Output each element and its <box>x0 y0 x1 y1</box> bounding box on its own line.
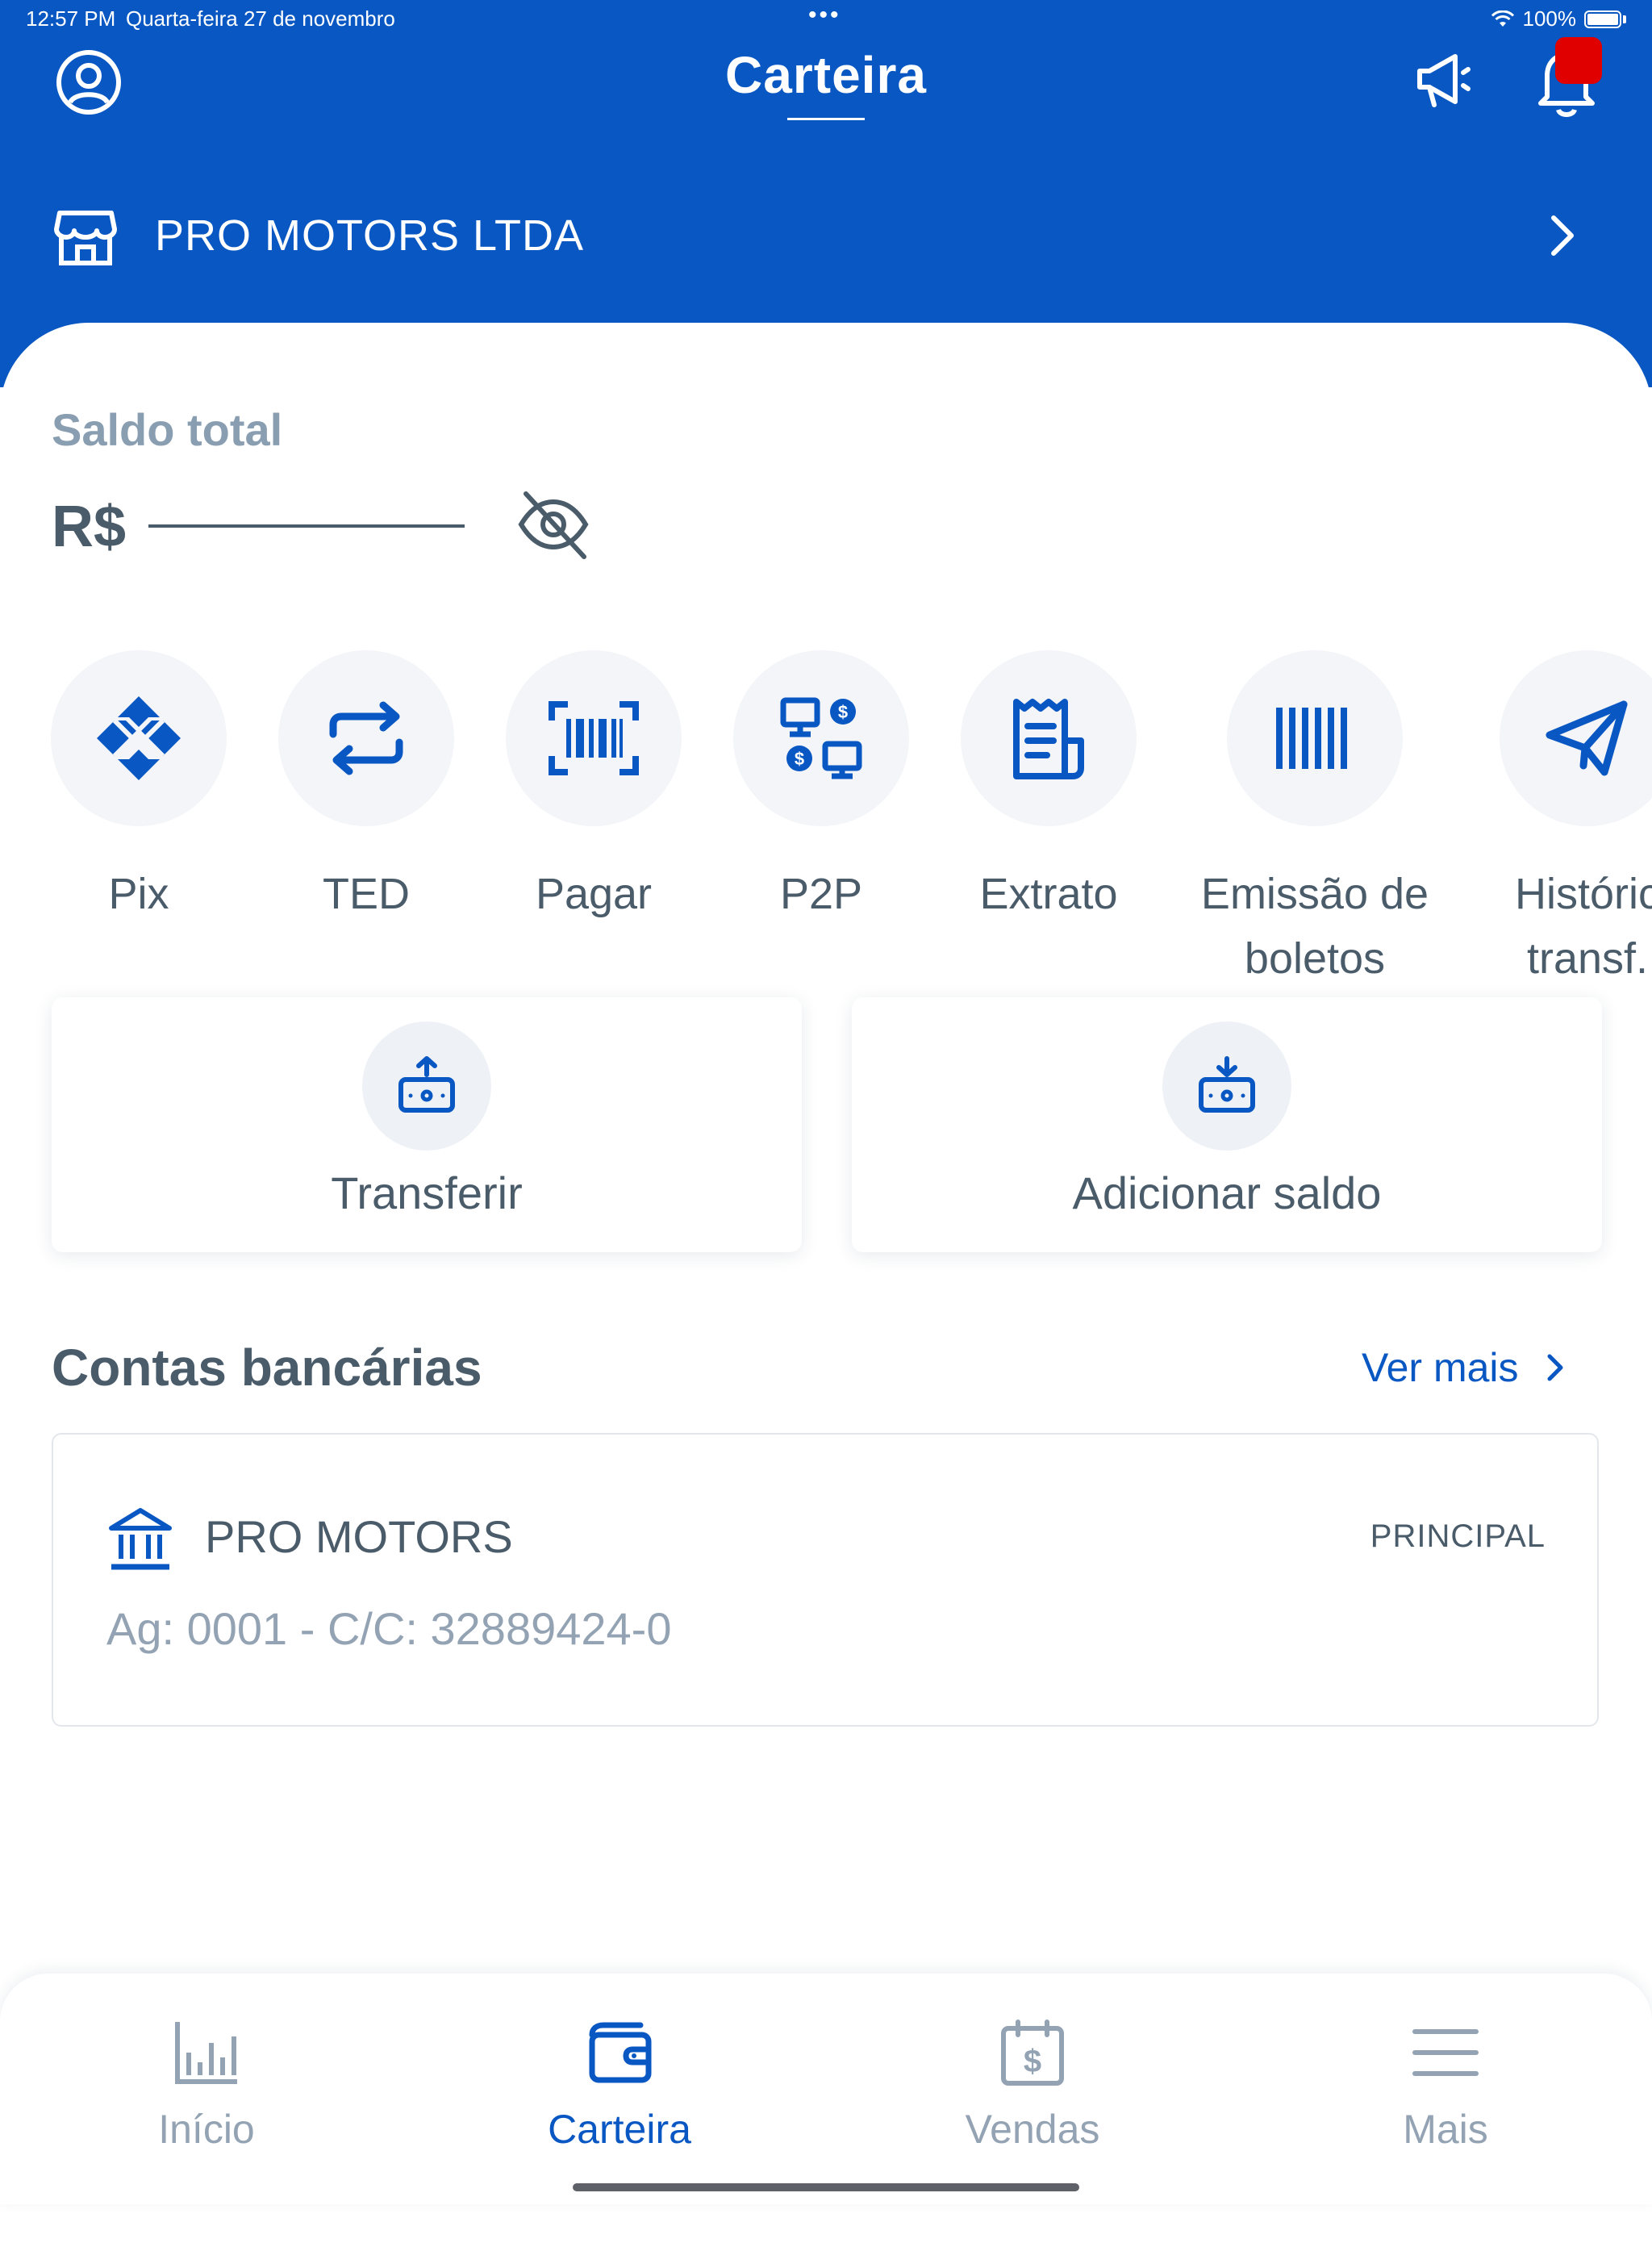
battery-tip <box>1623 15 1626 23</box>
status-bar: 12:57 PM Quarta-feira 27 de novembro •••… <box>0 0 1652 39</box>
content-sheet <box>0 323 1652 2243</box>
home-indicator[interactable] <box>573 2183 1079 2191</box>
bank-icon <box>109 1508 172 1570</box>
transfer-card[interactable]: Transferir <box>52 997 802 1252</box>
battery-percent: 100% <box>1522 6 1577 31</box>
tab-label: Início <box>158 2107 255 2152</box>
action-label: Pix <box>108 870 169 918</box>
action-p2p[interactable]: $ $ P2P <box>700 645 942 926</box>
action-extrato[interactable]: Extrato <box>928 645 1170 926</box>
action-pix-circle <box>51 650 227 826</box>
company-selector[interactable]: PRO MOTORS LTDA <box>52 194 1600 278</box>
action-ted-circle <box>278 650 454 826</box>
wifi-icon <box>1491 10 1514 27</box>
see-more-label: Ver mais <box>1362 1345 1519 1390</box>
action-label: P2P <box>779 870 863 918</box>
battery-icon <box>1584 10 1621 28</box>
action-pix[interactable]: Pix <box>18 645 260 926</box>
notification-badge <box>1555 37 1602 84</box>
add-balance-label: Adicionar saldo <box>1072 1167 1382 1218</box>
bank-account-card[interactable]: PRO MOTORS PRINCIPAL Ag: 0001 - C/C: 328… <box>52 1433 1599 1727</box>
p2p-icon: $ $ <box>780 697 862 779</box>
tab-label: Carteira <box>548 2107 691 2152</box>
see-more-link[interactable]: Ver mais <box>1362 1344 1567 1391</box>
barcode-scan-icon <box>549 701 639 775</box>
add-balance-card[interactable]: Adicionar saldo <box>852 997 1602 1252</box>
action-boletos-circle <box>1227 650 1403 826</box>
action-ted[interactable]: TED <box>245 645 487 926</box>
action-historico-circle <box>1500 650 1652 826</box>
status-time: 12:57 PM <box>26 6 116 31</box>
svg-text:$: $ <box>1024 2044 1041 2079</box>
action-label: TED <box>323 870 410 918</box>
title-underline <box>787 118 865 120</box>
bank-account-details: Ag: 0001 - C/C: 32889424-0 <box>106 1603 672 1654</box>
action-pagar[interactable]: Pagar <box>473 645 715 926</box>
accounts-title: Contas bancárias <box>52 1339 482 1397</box>
balance-currency: R$ <box>52 495 127 559</box>
action-label: Extrato <box>979 870 1118 918</box>
tab-mais[interactable]: Mais <box>1239 1974 1652 2204</box>
company-name: PRO MOTORS LTDA <box>155 211 585 260</box>
add-balance-card-circle <box>1162 1021 1291 1151</box>
tab-label: Mais <box>1403 2107 1488 2152</box>
transfer-label: Transferir <box>331 1167 523 1218</box>
tab-carteira[interactable]: Carteira <box>413 1974 826 2204</box>
megaphone-icon[interactable] <box>1405 40 1483 118</box>
cash-upload-icon <box>398 1056 455 1113</box>
svg-text:$: $ <box>795 749 804 769</box>
principal-badge: PRINCIPAL <box>1370 1518 1546 1554</box>
cash-download-icon <box>1199 1056 1255 1113</box>
action-pagar-circle <box>506 650 682 826</box>
transfer-arrows-icon <box>329 701 403 775</box>
bar-chart-icon <box>0 2019 413 2086</box>
action-label: Emissão de boletos <box>1200 870 1429 983</box>
action-p2p-circle: $ $ <box>733 650 909 826</box>
barcode-icon <box>1276 708 1347 769</box>
action-historico[interactable]: Históric transf. <box>1466 645 1652 984</box>
chevron-right-icon <box>1547 1354 1563 1381</box>
tab-label: Vendas <box>965 2107 1100 2152</box>
status-right: 100% <box>1491 6 1626 31</box>
transfer-card-circle <box>362 1021 491 1151</box>
multitasking-dots[interactable]: ••• <box>808 2 841 29</box>
receipt-icon <box>1013 699 1084 779</box>
menu-icon <box>1239 2019 1652 2086</box>
eye-off-icon[interactable] <box>513 484 594 565</box>
action-boletos[interactable]: Emissão de boletos <box>1194 645 1436 984</box>
status-date: Quarta-feira 27 de novembro <box>126 6 395 31</box>
tab-vendas[interactable]: $ Vendas <box>826 1974 1239 2204</box>
quick-actions: Pix TED Pagar $ $ P2P Extrato Emissão de… <box>0 645 1652 984</box>
tab-inicio[interactable]: Início <box>0 1974 413 2204</box>
store-icon <box>54 211 117 265</box>
pix-icon <box>97 696 181 780</box>
action-extrato-circle <box>961 650 1137 826</box>
bank-account-name: PRO MOTORS <box>205 1511 513 1562</box>
action-label: Pagar <box>535 870 653 918</box>
page-title: Carteira <box>725 46 927 104</box>
tab-bar: Início Carteira $ Vendas Mais <box>0 1974 1652 2204</box>
balance-hidden-line <box>148 524 465 528</box>
calendar-dollar-icon: $ <box>826 2019 1239 2086</box>
wallet-icon <box>413 2019 826 2086</box>
paper-plane-icon <box>1546 700 1628 776</box>
svg-text:$: $ <box>838 702 848 722</box>
balance-label: Saldo total <box>52 404 283 455</box>
chevron-right-icon <box>1551 215 1574 256</box>
action-label: Históric transf. <box>1514 870 1652 983</box>
